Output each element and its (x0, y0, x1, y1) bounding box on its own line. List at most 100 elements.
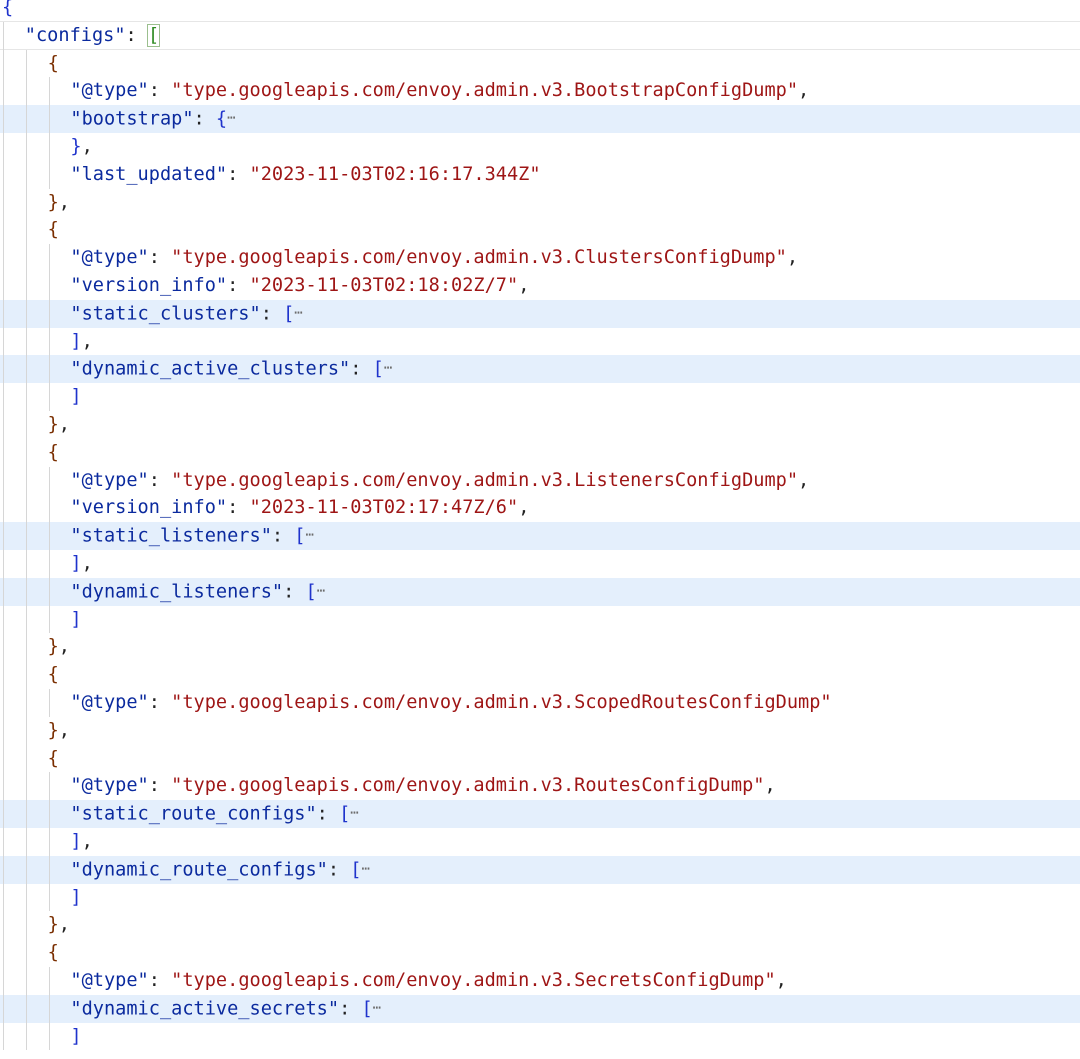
json-key: "last_updated" (70, 163, 228, 185)
json-string-value: "type.googleapis.com/envoy.admin.v3.Secr… (171, 970, 776, 991)
code-line[interactable]: "version_info": "2023-11-03T02:17:47Z/6"… (0, 494, 1080, 523)
code-line[interactable]: "dynamic_active_clusters": [⋯ (0, 355, 1080, 384)
code-line[interactable]: }, (0, 633, 1080, 662)
fold-ellipsis-icon[interactable]: ⋯ (384, 360, 392, 376)
code-line[interactable]: }, (0, 133, 1080, 161)
code-line[interactable]: ], (0, 828, 1080, 856)
fold-ellipsis-icon[interactable]: ⋯ (361, 861, 369, 877)
json-key: "@type" (70, 80, 149, 102)
json-key: "static_listeners" (70, 525, 272, 547)
indent-guide (25, 883, 27, 912)
code-line[interactable]: }, (0, 411, 1080, 439)
indent-guide (25, 911, 27, 940)
indent-guide (3, 327, 4, 356)
code-line[interactable]: { (0, 49, 1080, 78)
code-line[interactable]: ] (0, 1022, 1080, 1051)
code-line[interactable]: "dynamic_route_configs": [⋯ (0, 855, 1080, 884)
code-line[interactable]: }, (0, 188, 1080, 217)
indent-guide (48, 855, 50, 884)
line-content: "@type": "type.googleapis.com/envoy.admi… (70, 689, 831, 717)
code-line[interactable]: "@type": "type.googleapis.com/envoy.admi… (0, 77, 1080, 106)
json-string-value: "type.googleapis.com/envoy.admin.v3.Rout… (171, 775, 765, 797)
json-string-value: "type.googleapis.com/envoy.admin.v3.Scop… (171, 692, 832, 713)
line-content: "version_info": "2023-11-03T02:18:02Z/7"… (70, 272, 529, 300)
code-line[interactable]: ] (0, 883, 1080, 912)
fold-ellipsis-icon[interactable]: ⋯ (305, 527, 313, 543)
line-content: "dynamic_route_configs": [⋯ (70, 856, 370, 884)
indent-guide (3, 522, 4, 550)
code-line[interactable]: ], (0, 550, 1080, 578)
code-line[interactable]: "bootstrap": {⋯ (0, 105, 1080, 133)
indent-guide (3, 466, 4, 495)
indent-guide (25, 466, 27, 495)
code-line[interactable]: "last_updated": "2023-11-03T02:16:17.344… (0, 160, 1080, 189)
json-string-value: "type.googleapis.com/envoy.admin.v3.List… (171, 469, 799, 491)
code-line[interactable]: ] (0, 605, 1080, 634)
code-line[interactable]: { (0, 438, 1080, 467)
indent-guide (3, 133, 4, 161)
line-content: ] (70, 606, 81, 634)
code-line[interactable]: "configs": [ (0, 21, 1080, 50)
code-line[interactable]: "@type": "type.googleapis.com/envoy.admi… (0, 244, 1080, 272)
code-line[interactable]: "static_listeners": [⋯ (0, 522, 1080, 550)
json-key: "configs" (24, 24, 126, 46)
code-line[interactable]: "@type": "type.googleapis.com/envoy.admi… (0, 967, 1080, 995)
indent-guide (48, 494, 50, 523)
code-line[interactable]: { (0, 744, 1080, 773)
colon: : (227, 497, 250, 519)
code-line[interactable]: { (0, 939, 1080, 967)
code-line[interactable]: { (0, 0, 1080, 22)
code-line[interactable]: ], (0, 327, 1080, 356)
indent-guide (3, 21, 4, 50)
line-content: "static_listeners": [⋯ (70, 522, 314, 550)
indent-guide (25, 828, 27, 856)
close-bracket: } (47, 414, 59, 435)
close-bracket: } (47, 914, 59, 936)
indent-guide (25, 994, 27, 1023)
comma: , (58, 636, 70, 658)
code-line[interactable]: ] (0, 383, 1080, 411)
code-line[interactable]: "dynamic_active_secrets": [⋯ (0, 994, 1080, 1023)
code-line[interactable]: "@type": "type.googleapis.com/envoy.admi… (0, 689, 1080, 717)
indent-guide (25, 661, 27, 689)
open-bracket: { (47, 747, 59, 769)
indent-guide (25, 967, 27, 995)
json-key: "dynamic_active_secrets" (70, 998, 340, 1020)
line-content: }, (48, 189, 70, 217)
open-bracket: { (47, 52, 59, 74)
json-key: "dynamic_listeners" (70, 581, 284, 603)
line-content: "bootstrap": {⋯ (70, 105, 235, 133)
indent-guide (48, 883, 50, 912)
indent-guide (3, 299, 4, 328)
fold-ellipsis-icon[interactable]: ⋯ (373, 1000, 381, 1016)
comma: , (786, 247, 799, 269)
indent-guide (3, 911, 4, 940)
code-line[interactable]: "dynamic_listeners": [⋯ (0, 577, 1080, 606)
code-line[interactable]: }, (0, 911, 1080, 940)
fold-ellipsis-icon[interactable]: ⋯ (317, 583, 325, 599)
code-line[interactable]: "@type": "type.googleapis.com/envoy.admi… (0, 772, 1080, 801)
code-line[interactable]: { (0, 661, 1080, 689)
comma: , (518, 275, 530, 296)
code-line[interactable]: "static_route_configs": [⋯ (0, 800, 1080, 828)
fold-ellipsis-icon[interactable]: ⋯ (350, 805, 358, 821)
indent-guide (48, 828, 50, 856)
indent-guide (3, 105, 4, 133)
indent-guide (48, 772, 50, 801)
code-line[interactable]: "version_info": "2023-11-03T02:18:02Z/7"… (0, 272, 1080, 300)
fold-ellipsis-icon[interactable]: ⋯ (227, 110, 235, 126)
line-content: "dynamic_listeners": [⋯ (70, 578, 325, 606)
code-line[interactable]: }, (0, 716, 1080, 745)
code-line[interactable]: "@type": "type.googleapis.com/envoy.admi… (0, 466, 1080, 495)
code-line[interactable]: "static_clusters": [⋯ (0, 299, 1080, 328)
fold-ellipsis-icon[interactable]: ⋯ (294, 305, 302, 321)
comma: , (58, 191, 70, 213)
colon: : (148, 469, 172, 491)
indent-guide (48, 550, 50, 578)
json-editor[interactable]: {"configs": [{"@type": "type.googleapis.… (0, 0, 1080, 1059)
code-line[interactable]: { (0, 216, 1080, 245)
line-content: { (48, 50, 59, 78)
indent-guide (48, 577, 50, 606)
line-content: { (48, 661, 59, 689)
indent-guide (3, 577, 4, 606)
